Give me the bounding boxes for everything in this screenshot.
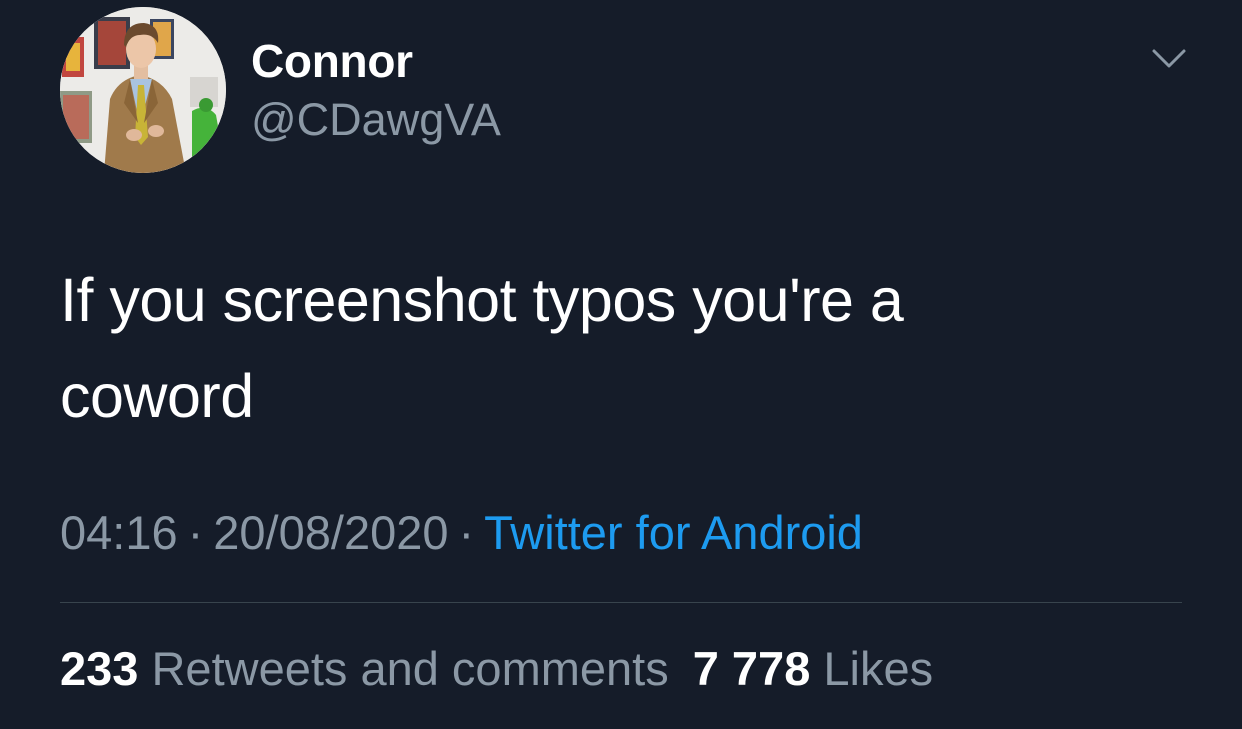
tweet-text-line: If you screenshot typos you're a	[60, 266, 904, 334]
retweets-count: 233	[60, 642, 139, 695]
profile-photo	[60, 7, 226, 173]
tweet-text-line: coword	[60, 362, 254, 430]
retweets-stat[interactable]: 233 Retweets and comments	[60, 642, 669, 695]
tweet-text: If you screenshot typos you're a coword	[60, 252, 1180, 444]
likes-stat[interactable]: 7 778 Likes	[693, 642, 933, 695]
separator-dot: ·	[187, 506, 204, 559]
retweets-label: Retweets and comments	[151, 642, 669, 695]
divider	[60, 602, 1182, 603]
tweet-stats: 233 Retweets and comments 7 778 Likes	[60, 641, 933, 697]
tweet-date: 20/08/2020	[213, 506, 449, 559]
tweet-time: 04:16	[60, 506, 178, 559]
separator-dot: ·	[458, 506, 475, 559]
tweet-metadata: 04:16 · 20/08/2020 · Twitter for Android	[60, 505, 863, 561]
display-name[interactable]: Connor	[251, 36, 413, 86]
likes-count: 7 778	[692, 642, 811, 695]
avatar[interactable]	[60, 7, 226, 173]
user-handle[interactable]: @CDawgVA	[251, 95, 501, 145]
chevron-down-icon	[1152, 49, 1186, 68]
tweet-menu-button[interactable]	[1149, 42, 1189, 76]
tweet-source-link[interactable]: Twitter for Android	[484, 506, 863, 559]
likes-label: Likes	[823, 642, 934, 695]
